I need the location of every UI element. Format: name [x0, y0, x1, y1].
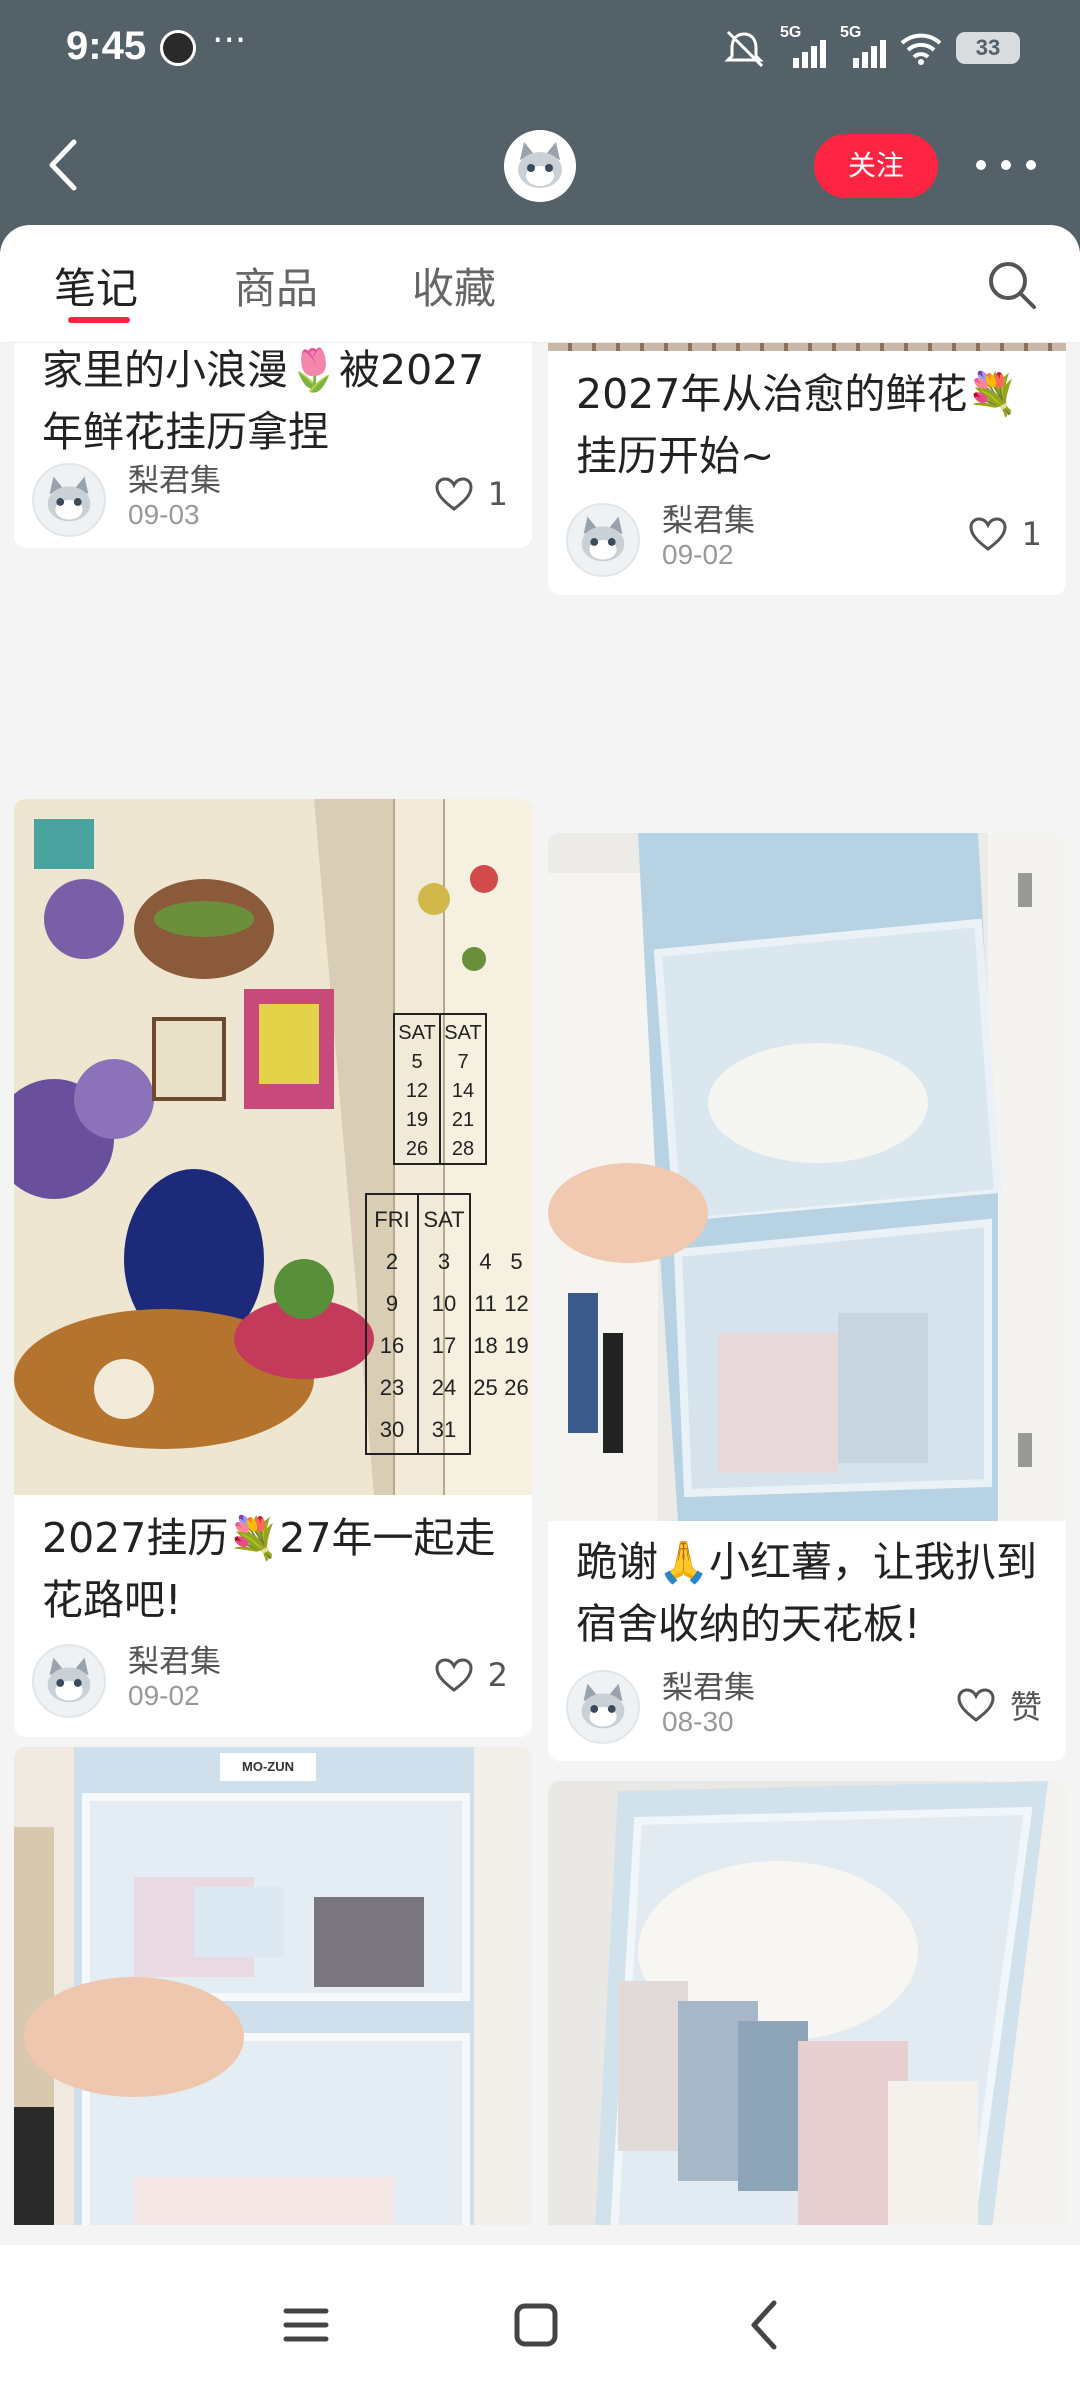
profile-header: 关注: [0, 100, 1080, 225]
author-avatar[interactable]: [566, 503, 640, 577]
recent-apps-icon[interactable]: [266, 2285, 346, 2365]
author-name[interactable]: 梨君集: [662, 495, 755, 540]
post-date: 09-03: [128, 499, 200, 530]
home-icon[interactable]: [496, 2285, 576, 2365]
author-name[interactable]: 梨君集: [128, 455, 221, 500]
brand-tag: MO-ZUN: [242, 1759, 294, 1774]
heart-icon: [435, 477, 473, 511]
heart-icon: [435, 1658, 473, 1692]
mute-icon: [724, 30, 764, 68]
signal-icon-2: 5G: [840, 24, 886, 68]
tab-notes[interactable]: 笔记: [54, 255, 138, 316]
post-date: 09-02: [128, 1680, 200, 1711]
note-card[interactable]: SAT 5 12 19 26 SAT 7 14 21 28 FRI SAT 23 9 10 16 17…: [14, 799, 532, 1737]
signal-icon-1: 5G: [780, 24, 826, 68]
author-name[interactable]: 梨君集: [128, 1636, 221, 1681]
note-title: 2027挂历💐27年一起走花路吧!: [42, 1514, 496, 1624]
author-row: 梨君集 09-03 1: [32, 461, 508, 541]
calendar-date-column: SAT 7 14 21 28: [444, 1022, 482, 1160]
like-button[interactable]: 赞: [956, 1682, 1042, 1728]
like-count: 1: [1021, 515, 1042, 553]
like-count: 赞: [1009, 1688, 1042, 1726]
author-row: 梨君集 09-02 1: [566, 501, 1042, 581]
like-count: 1: [487, 475, 508, 513]
post-date: 08-30: [662, 1706, 734, 1737]
note-title: 家里的小浪漫🌷被2027年鲜花挂历拿捏: [42, 346, 485, 456]
note-title: 跪谢🙏小红薯，让我扒到宿舍收纳的天花板!: [576, 1538, 1038, 1648]
back-nav-icon[interactable]: [726, 2285, 806, 2365]
active-tab-indicator: [68, 317, 130, 323]
author-avatar[interactable]: [566, 1670, 640, 1744]
note-cover-image: SAT 5 12 19 26 SAT 7 14 21 28 FRI SAT 23 9 10 16 17…: [14, 799, 532, 1495]
note-card[interactable]: 跪谢🙏小红薯，让我扒到宿舍收纳的天花板! 梨君集 08-30 赞: [548, 833, 1066, 1761]
author-name[interactable]: 梨君集: [662, 1662, 755, 1707]
calendar-date-column: SAT 5 12 19 26: [398, 1022, 436, 1160]
note-cover-image: MO-ZUN: [14, 1747, 532, 2225]
content-panel: 笔记 商品 收藏 家里的小浪漫🌷被2027年鲜花挂历拿捏 梨君集 09-03 1: [0, 225, 1080, 2401]
note-cover-image: [548, 833, 1066, 1521]
note-card[interactable]: [548, 1781, 1066, 2225]
post-date: 09-02: [662, 539, 734, 570]
like-button[interactable]: 1: [434, 475, 508, 513]
like-button[interactable]: 1: [968, 515, 1042, 553]
calendar-date-grid: FRI SAT 23 9 10 16 17 23 24 30 31: [374, 1207, 465, 1442]
follow-button[interactable]: 关注: [814, 134, 938, 198]
like-button[interactable]: 2: [434, 1656, 508, 1694]
note-cover-image: [548, 1781, 1066, 2225]
status-icons: 5G 5G 33: [722, 24, 1020, 68]
more-options-icon[interactable]: [976, 154, 1036, 176]
battery-indicator: 33: [956, 32, 1020, 64]
notes-feed: 家里的小浪漫🌷被2027年鲜花挂历拿捏 梨君集 09-03 1 2027年从治愈…: [0, 343, 1080, 2225]
author-row: 梨君集 08-30 赞: [566, 1668, 1042, 1748]
note-card[interactable]: MO-ZUN: [14, 1747, 532, 2225]
heart-icon: [957, 1688, 995, 1722]
notification-app-icon: [160, 30, 196, 66]
calendar-image-strip: [548, 343, 1066, 351]
wifi-icon: [900, 33, 942, 65]
heart-icon: [969, 517, 1007, 551]
author-row: 梨君集 09-02 2: [32, 1642, 508, 1722]
back-icon[interactable]: [40, 130, 90, 200]
note-title: 2027年从治愈的鲜花💐挂历开始~: [576, 370, 1019, 480]
note-card[interactable]: 2027年从治愈的鲜花💐挂历开始~ 梨君集 09-02 1: [548, 343, 1066, 595]
author-avatar[interactable]: [32, 1644, 106, 1718]
note-card[interactable]: 家里的小浪漫🌷被2027年鲜花挂历拿捏 梨君集 09-03 1: [14, 343, 532, 548]
search-icon[interactable]: [984, 257, 1040, 313]
profile-avatar[interactable]: [504, 130, 576, 202]
author-avatar[interactable]: [32, 463, 106, 537]
profile-tabs: 笔记 商品 收藏: [0, 225, 1080, 343]
status-time: 9:45: [66, 24, 147, 68]
more-notifications-icon: ···: [212, 20, 247, 61]
calendar-date-grid: 45 11 12 18 19 25 26: [473, 1249, 529, 1400]
tab-products[interactable]: 商品: [234, 255, 318, 316]
cat-avatar-icon: [504, 130, 576, 202]
system-navigation-bar: [0, 2245, 1080, 2401]
like-count: 2: [487, 1656, 508, 1694]
status-bar: 9:45 ··· 5G 5G 33: [0, 0, 1080, 100]
tab-favorites[interactable]: 收藏: [412, 255, 496, 316]
